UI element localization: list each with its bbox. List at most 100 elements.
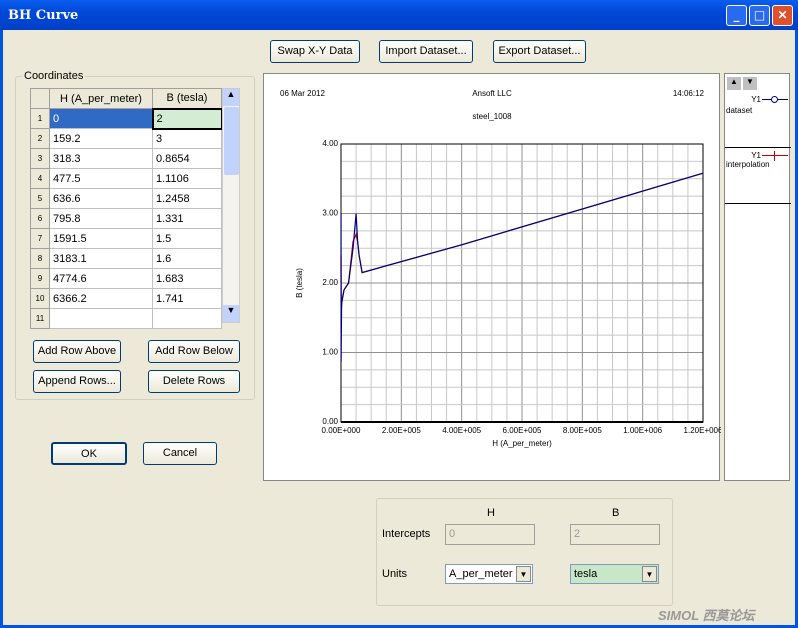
chart-title: steel_1008 bbox=[472, 112, 512, 121]
table-row[interactable]: 7 1591.5 1.5 bbox=[30, 228, 222, 249]
legend-tag: Y1 bbox=[751, 95, 761, 104]
x-tick-label: 2.00E+005 bbox=[382, 426, 421, 435]
y-tick-label: 2.00 bbox=[322, 278, 338, 287]
table-row[interactable]: 10 6366.2 1.741 bbox=[30, 288, 222, 309]
watermark: SIMOL 西莫论坛 bbox=[658, 608, 755, 623]
b-cell[interactable]: 1.5 bbox=[152, 228, 222, 249]
b-cell[interactable]: 1.683 bbox=[152, 268, 222, 289]
row-number[interactable]: 5 bbox=[30, 188, 50, 209]
maximize-button[interactable]: □ bbox=[749, 5, 770, 26]
intercepts-label: Intercepts bbox=[382, 528, 431, 540]
x-tick-label: 0.00E+000 bbox=[322, 426, 361, 435]
close-button[interactable]: ✕ bbox=[772, 5, 793, 26]
chevron-down-icon[interactable]: ▼ bbox=[516, 566, 531, 582]
bh-curve-dialog: BH Curve _ □ ✕ Swap X-Y Data Import Data… bbox=[0, 0, 798, 628]
col-header-h[interactable]: H (A_per_meter) bbox=[49, 88, 153, 109]
add-row-above-button[interactable]: Add Row Above bbox=[33, 340, 121, 363]
table-row[interactable]: 3 318.3 0.8654 bbox=[30, 148, 222, 169]
legend-item-interpolation[interactable]: Y1 interpolation bbox=[725, 148, 791, 204]
row-number[interactable]: 8 bbox=[30, 248, 50, 269]
table-row[interactable]: 5 636.6 1.2458 bbox=[30, 188, 222, 209]
h-cell[interactable]: 1591.5 bbox=[49, 228, 153, 249]
bh-chart: 06 Mar 2012 Ansoft LLC 14:06:12 steel_1008 0… bbox=[280, 89, 723, 448]
b-units-select[interactable]: tesla ▼ bbox=[570, 564, 659, 584]
window-title: BH Curve bbox=[8, 8, 79, 23]
h-units-value: A_per_meter bbox=[449, 568, 513, 580]
b-cell[interactable]: 3 bbox=[152, 128, 222, 149]
plot-time: 14:06:12 bbox=[673, 89, 705, 98]
h-intercept-field[interactable]: 0 bbox=[445, 524, 535, 545]
y-tick-label: 0.00 bbox=[322, 417, 338, 426]
append-rows-button[interactable]: Append Rows... bbox=[33, 370, 121, 393]
h-cell[interactable]: 636.6 bbox=[49, 188, 153, 209]
b-cell[interactable]: 1.6 bbox=[152, 248, 222, 269]
scroll-thumb[interactable] bbox=[224, 107, 239, 175]
b-cell[interactable]: 1.331 bbox=[152, 208, 222, 229]
ok-button[interactable]: OK bbox=[51, 442, 127, 465]
legend-item-dataset[interactable]: Y1 dataset bbox=[725, 92, 791, 148]
x-axis-label: H (A_per_meter) bbox=[492, 439, 552, 448]
h-cell[interactable]: 4774.6 bbox=[49, 268, 153, 289]
b-header: B bbox=[612, 507, 620, 519]
row-number[interactable]: 2 bbox=[30, 128, 50, 149]
h-cell[interactable]: 3183.1 bbox=[49, 248, 153, 269]
chevron-down-icon[interactable]: ▼ bbox=[642, 566, 657, 582]
table-row[interactable]: 11 bbox=[30, 308, 222, 329]
units-label: Units bbox=[382, 568, 408, 580]
b-cell[interactable]: 0.8654 bbox=[152, 148, 222, 169]
delete-rows-button[interactable]: Delete Rows bbox=[148, 370, 240, 393]
coordinates-table: H (A_per_meter) B (tesla) 1 0 2 2 159.2 3 3 318.… bbox=[30, 88, 223, 329]
h-cell[interactable]: 318.3 bbox=[49, 148, 153, 169]
legend-tag: Y1 bbox=[751, 151, 761, 160]
table-row[interactable]: 8 3183.1 1.6 bbox=[30, 248, 222, 269]
h-cell[interactable]: 0 bbox=[49, 108, 153, 129]
h-cell[interactable]: 477.5 bbox=[49, 168, 153, 189]
row-number[interactable]: 4 bbox=[30, 168, 50, 189]
dataset-marker-icon bbox=[762, 96, 788, 103]
b-cell[interactable]: 2 bbox=[151, 107, 223, 130]
table-row[interactable]: 9 4774.6 1.683 bbox=[30, 268, 222, 289]
table-row[interactable]: 2 159.2 3 bbox=[30, 128, 222, 149]
minimize-button[interactable]: _ bbox=[726, 5, 747, 26]
row-number[interactable]: 10 bbox=[30, 288, 50, 309]
row-number[interactable]: 6 bbox=[30, 208, 50, 229]
x-tick-label: 6.00E+005 bbox=[503, 426, 542, 435]
swap-xy-button[interactable]: Swap X-Y Data bbox=[270, 40, 360, 63]
row-number[interactable]: 7 bbox=[30, 228, 50, 249]
h-cell[interactable]: 159.2 bbox=[49, 128, 153, 149]
table-row[interactable]: 6 795.8 1.331 bbox=[30, 208, 222, 229]
add-row-below-button[interactable]: Add Row Below bbox=[148, 340, 240, 363]
intercepts-group bbox=[376, 498, 673, 606]
y-tick-label: 4.00 bbox=[322, 139, 338, 148]
b-cell[interactable]: 1.2458 bbox=[152, 188, 222, 209]
col-header-b[interactable]: B (tesla) bbox=[152, 88, 222, 109]
table-scrollbar[interactable]: ▲ ▼ bbox=[222, 88, 240, 323]
h-cell[interactable] bbox=[49, 308, 153, 329]
row-number[interactable]: 3 bbox=[30, 148, 50, 169]
legend-down-icon[interactable]: ▼ bbox=[743, 77, 757, 90]
table-row[interactable]: 4 477.5 1.1106 bbox=[30, 168, 222, 189]
import-dataset-button[interactable]: Import Dataset... bbox=[379, 40, 473, 63]
b-cell[interactable]: 1.741 bbox=[152, 288, 222, 309]
b-cell[interactable]: 1.1106 bbox=[152, 168, 222, 189]
x-tick-label: 4.00E+005 bbox=[442, 426, 481, 435]
row-number[interactable]: 11 bbox=[30, 308, 50, 329]
y-axis-label: B (tesla) bbox=[295, 268, 304, 298]
h-cell[interactable]: 6366.2 bbox=[49, 288, 153, 309]
export-dataset-button[interactable]: Export Dataset... bbox=[493, 40, 586, 63]
b-cell[interactable] bbox=[152, 308, 222, 329]
legend-label: dataset bbox=[726, 106, 753, 115]
legend-up-icon[interactable]: ▲ bbox=[727, 77, 741, 90]
table-row[interactable]: 102 bbox=[30, 107, 223, 130]
scroll-down-icon[interactable]: ▼ bbox=[223, 305, 239, 322]
cancel-button[interactable]: Cancel bbox=[143, 442, 217, 465]
h-cell[interactable]: 795.8 bbox=[49, 208, 153, 229]
h-units-select[interactable]: A_per_meter ▼ bbox=[445, 564, 533, 584]
scroll-up-icon[interactable]: ▲ bbox=[223, 89, 239, 106]
b-intercept-field[interactable]: 2 bbox=[570, 524, 660, 545]
plot-panel: 06 Mar 2012 Ansoft LLC 14:06:12 steel_1008 0… bbox=[263, 73, 723, 481]
row-number[interactable]: 1 bbox=[30, 108, 50, 129]
coordinates-legend: Coordinates bbox=[24, 70, 84, 82]
row-number[interactable]: 9 bbox=[30, 268, 50, 289]
b-units-value: tesla bbox=[574, 568, 598, 580]
